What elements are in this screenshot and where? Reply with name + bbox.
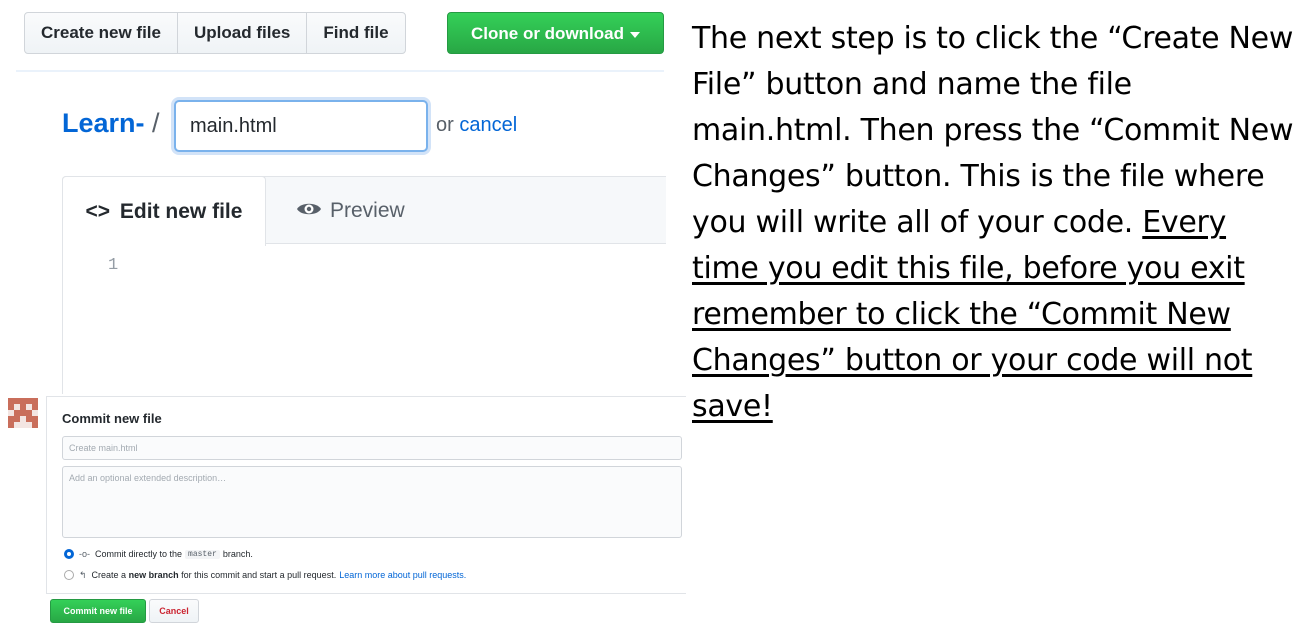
find-file-button[interactable]: Find file — [307, 13, 404, 53]
clone-or-download-label: Clone or download — [471, 24, 624, 43]
upload-files-button[interactable]: Upload files — [178, 13, 308, 53]
code-icon: <> — [85, 200, 111, 223]
radio-checked[interactable] — [64, 549, 74, 559]
avatar — [8, 398, 38, 428]
clone-or-download-button[interactable]: Clone or download — [447, 12, 664, 54]
caret-down-icon — [630, 31, 640, 38]
cancel-link[interactable]: cancel — [459, 114, 517, 136]
toolbar-divider — [16, 70, 664, 72]
line-number: 1 — [108, 256, 119, 275]
repo-name-link[interactable]: Learn- — [62, 108, 145, 139]
cancel-button[interactable]: Cancel — [149, 599, 199, 623]
or-label: or — [436, 114, 454, 136]
commit-direct-text-pre: Commit directly to the — [95, 549, 183, 559]
commit-icon: -o- — [79, 549, 90, 559]
file-actions-button-group: Create new file Upload files Find file — [24, 12, 406, 54]
instructions-text: The next step is to click the “Create Ne… — [692, 16, 1296, 430]
path-separator: / — [152, 108, 160, 138]
commit-form-title: Commit new file — [62, 411, 162, 426]
commit-direct-option[interactable]: -o- Commit directly to the master branch… — [64, 547, 253, 561]
commit-description-textarea[interactable] — [62, 466, 682, 538]
learn-more-link[interactable]: Learn more about pull requests. — [339, 570, 466, 580]
commit-new-file-button[interactable]: Commit new file — [50, 599, 146, 623]
create-new-file-button[interactable]: Create new file — [25, 13, 178, 53]
new-branch-text-pre: Create a — [91, 570, 127, 580]
new-branch-option[interactable]: ↰ Create a new branch for this commit an… — [64, 568, 466, 582]
new-branch-text-post: for this commit and start a pull request… — [181, 570, 337, 580]
code-editor[interactable] — [62, 244, 666, 394]
tab-preview[interactable]: Preview — [296, 176, 405, 246]
branch-name: master — [185, 549, 220, 559]
commit-direct-text-post: branch. — [222, 549, 253, 559]
new-branch-text-bold: new branch — [128, 570, 179, 580]
commit-message-input[interactable] — [62, 436, 682, 460]
pull-request-icon: ↰ — [79, 569, 87, 580]
or-cancel-text: or cancel — [436, 114, 517, 137]
radio-unchecked[interactable] — [64, 570, 74, 580]
eye-icon — [297, 204, 321, 215]
filename-input[interactable] — [174, 100, 428, 152]
tab-edit-new-file[interactable]: <> Edit new file — [62, 176, 266, 246]
tab-preview-label: Preview — [330, 199, 405, 222]
tab-edit-label: Edit new file — [119, 200, 243, 223]
